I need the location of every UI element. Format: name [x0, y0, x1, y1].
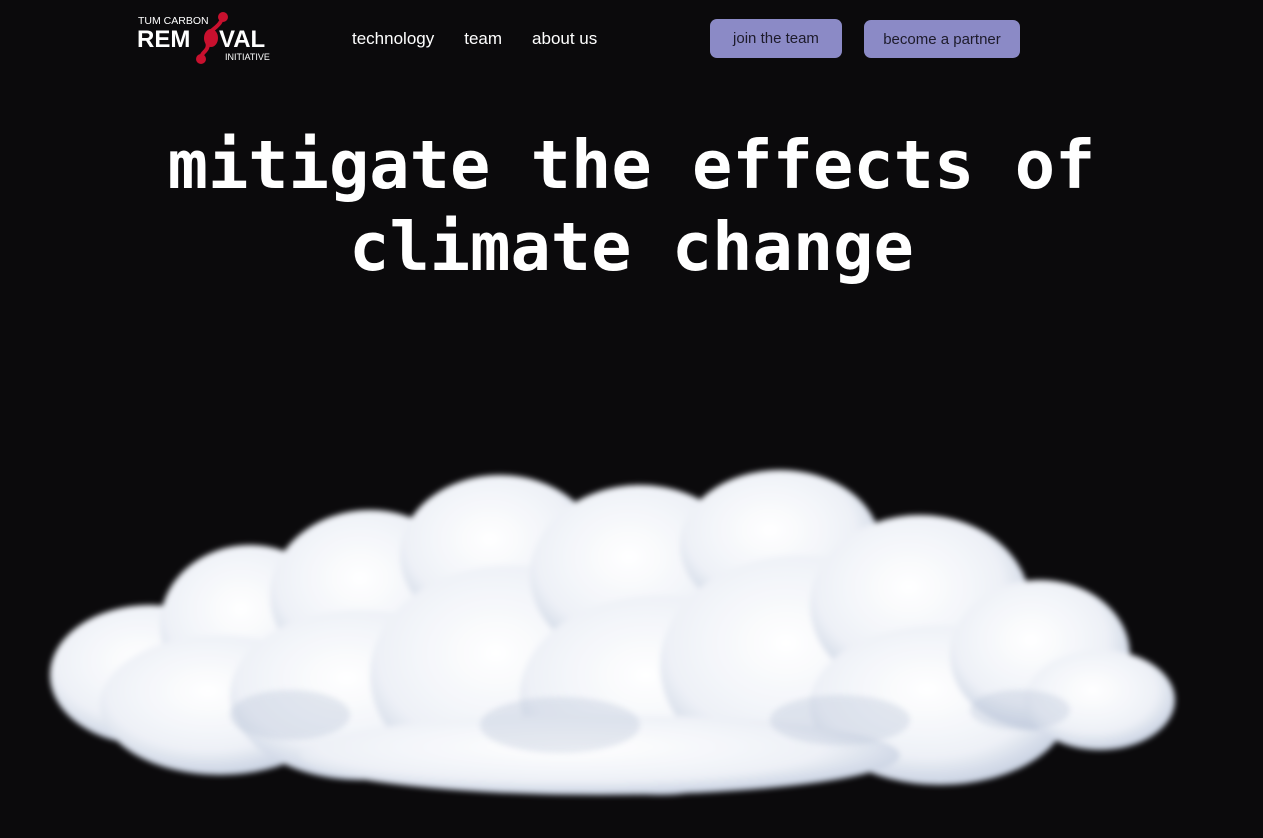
- nav-team[interactable]: team: [464, 28, 502, 50]
- logo-main-right: VAL: [219, 26, 265, 53]
- main-nav: technology team about us: [352, 28, 597, 50]
- nav-about-us[interactable]: about us: [532, 28, 597, 50]
- logo-main-left: REM: [137, 26, 190, 53]
- nav-technology[interactable]: technology: [352, 28, 434, 50]
- cloud-illustration: [40, 455, 1190, 815]
- tum-carbon-removal-logo[interactable]: TUM CARBON REM VAL INITIATIVE: [137, 12, 282, 66]
- site-header: TUM CARBON REM VAL INITIATIVE technology…: [0, 0, 1263, 80]
- hero-headline: mitigate the effects of climate change: [0, 124, 1263, 288]
- logo-bottom-text: INITIATIVE: [225, 52, 270, 62]
- headline-line-1: mitigate the effects of: [167, 126, 1096, 204]
- join-the-team-button[interactable]: join the team: [710, 19, 842, 58]
- headline-line-2: climate change: [349, 208, 914, 286]
- become-a-partner-button[interactable]: become a partner: [864, 20, 1020, 58]
